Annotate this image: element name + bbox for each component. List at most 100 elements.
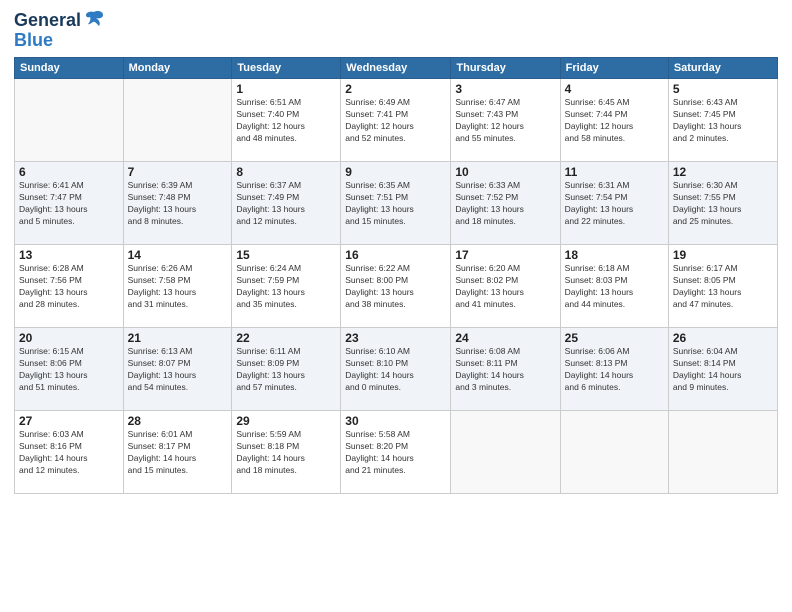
day-info: Sunrise: 6:03 AM Sunset: 8:16 PM Dayligh… (19, 429, 119, 477)
day-info: Sunrise: 6:30 AM Sunset: 7:55 PM Dayligh… (673, 180, 773, 228)
calendar-day-cell: 24Sunrise: 6:08 AM Sunset: 8:11 PM Dayli… (451, 328, 560, 411)
day-number: 12 (673, 165, 773, 179)
day-info: Sunrise: 6:04 AM Sunset: 8:14 PM Dayligh… (673, 346, 773, 394)
calendar-day-cell: 1Sunrise: 6:51 AM Sunset: 7:40 PM Daylig… (232, 79, 341, 162)
day-number: 28 (128, 414, 228, 428)
calendar-week-row: 1Sunrise: 6:51 AM Sunset: 7:40 PM Daylig… (15, 79, 778, 162)
calendar-table: SundayMondayTuesdayWednesdayThursdayFrid… (14, 57, 778, 494)
weekday-header: Tuesday (232, 58, 341, 79)
day-info: Sunrise: 6:51 AM Sunset: 7:40 PM Dayligh… (236, 97, 336, 145)
day-info: Sunrise: 6:35 AM Sunset: 7:51 PM Dayligh… (345, 180, 446, 228)
calendar-day-cell: 18Sunrise: 6:18 AM Sunset: 8:03 PM Dayli… (560, 245, 668, 328)
day-info: Sunrise: 6:31 AM Sunset: 7:54 PM Dayligh… (565, 180, 664, 228)
day-number: 21 (128, 331, 228, 345)
weekday-header: Sunday (15, 58, 124, 79)
logo-general: General (14, 10, 81, 31)
calendar-day-cell: 3Sunrise: 6:47 AM Sunset: 7:43 PM Daylig… (451, 79, 560, 162)
day-number: 4 (565, 82, 664, 96)
day-number: 30 (345, 414, 446, 428)
day-info: Sunrise: 6:11 AM Sunset: 8:09 PM Dayligh… (236, 346, 336, 394)
calendar-day-cell: 26Sunrise: 6:04 AM Sunset: 8:14 PM Dayli… (668, 328, 777, 411)
day-info: Sunrise: 6:10 AM Sunset: 8:10 PM Dayligh… (345, 346, 446, 394)
calendar-day-cell: 5Sunrise: 6:43 AM Sunset: 7:45 PM Daylig… (668, 79, 777, 162)
calendar-day-cell: 10Sunrise: 6:33 AM Sunset: 7:52 PM Dayli… (451, 162, 560, 245)
calendar-day-cell: 7Sunrise: 6:39 AM Sunset: 7:48 PM Daylig… (123, 162, 232, 245)
day-number: 1 (236, 82, 336, 96)
weekday-header: Friday (560, 58, 668, 79)
calendar-day-cell: 8Sunrise: 6:37 AM Sunset: 7:49 PM Daylig… (232, 162, 341, 245)
day-info: Sunrise: 5:59 AM Sunset: 8:18 PM Dayligh… (236, 429, 336, 477)
weekday-header: Monday (123, 58, 232, 79)
day-info: Sunrise: 6:41 AM Sunset: 7:47 PM Dayligh… (19, 180, 119, 228)
calendar-day-cell: 11Sunrise: 6:31 AM Sunset: 7:54 PM Dayli… (560, 162, 668, 245)
day-info: Sunrise: 6:28 AM Sunset: 7:56 PM Dayligh… (19, 263, 119, 311)
calendar-day-cell: 25Sunrise: 6:06 AM Sunset: 8:13 PM Dayli… (560, 328, 668, 411)
day-number: 15 (236, 248, 336, 262)
calendar-day-cell: 23Sunrise: 6:10 AM Sunset: 8:10 PM Dayli… (341, 328, 451, 411)
day-info: Sunrise: 6:15 AM Sunset: 8:06 PM Dayligh… (19, 346, 119, 394)
day-number: 26 (673, 331, 773, 345)
calendar-day-cell: 27Sunrise: 6:03 AM Sunset: 8:16 PM Dayli… (15, 411, 124, 494)
calendar-day-cell: 4Sunrise: 6:45 AM Sunset: 7:44 PM Daylig… (560, 79, 668, 162)
calendar-week-row: 20Sunrise: 6:15 AM Sunset: 8:06 PM Dayli… (15, 328, 778, 411)
day-number: 2 (345, 82, 446, 96)
day-number: 20 (19, 331, 119, 345)
calendar-day-cell: 2Sunrise: 6:49 AM Sunset: 7:41 PM Daylig… (341, 79, 451, 162)
calendar-day-cell: 15Sunrise: 6:24 AM Sunset: 7:59 PM Dayli… (232, 245, 341, 328)
day-number: 19 (673, 248, 773, 262)
day-info: Sunrise: 6:39 AM Sunset: 7:48 PM Dayligh… (128, 180, 228, 228)
day-info: Sunrise: 6:20 AM Sunset: 8:02 PM Dayligh… (455, 263, 555, 311)
calendar-week-row: 13Sunrise: 6:28 AM Sunset: 7:56 PM Dayli… (15, 245, 778, 328)
day-number: 6 (19, 165, 119, 179)
day-number: 8 (236, 165, 336, 179)
weekday-header: Thursday (451, 58, 560, 79)
calendar-day-cell: 28Sunrise: 6:01 AM Sunset: 8:17 PM Dayli… (123, 411, 232, 494)
calendar-day-cell (15, 79, 124, 162)
day-number: 14 (128, 248, 228, 262)
weekday-header: Wednesday (341, 58, 451, 79)
day-info: Sunrise: 6:49 AM Sunset: 7:41 PM Dayligh… (345, 97, 446, 145)
day-number: 5 (673, 82, 773, 96)
day-number: 3 (455, 82, 555, 96)
day-number: 9 (345, 165, 446, 179)
day-info: Sunrise: 5:58 AM Sunset: 8:20 PM Dayligh… (345, 429, 446, 477)
calendar-week-row: 27Sunrise: 6:03 AM Sunset: 8:16 PM Dayli… (15, 411, 778, 494)
calendar-day-cell (668, 411, 777, 494)
logo: General Blue (14, 10, 105, 49)
day-number: 29 (236, 414, 336, 428)
calendar-day-cell: 20Sunrise: 6:15 AM Sunset: 8:06 PM Dayli… (15, 328, 124, 411)
page-header: General Blue (14, 10, 778, 49)
calendar-day-cell: 14Sunrise: 6:26 AM Sunset: 7:58 PM Dayli… (123, 245, 232, 328)
day-info: Sunrise: 6:33 AM Sunset: 7:52 PM Dayligh… (455, 180, 555, 228)
day-info: Sunrise: 6:45 AM Sunset: 7:44 PM Dayligh… (565, 97, 664, 145)
day-number: 16 (345, 248, 446, 262)
day-info: Sunrise: 6:06 AM Sunset: 8:13 PM Dayligh… (565, 346, 664, 394)
day-number: 10 (455, 165, 555, 179)
day-info: Sunrise: 6:13 AM Sunset: 8:07 PM Dayligh… (128, 346, 228, 394)
calendar-day-cell: 16Sunrise: 6:22 AM Sunset: 8:00 PM Dayli… (341, 245, 451, 328)
weekday-header-row: SundayMondayTuesdayWednesdayThursdayFrid… (15, 58, 778, 79)
day-info: Sunrise: 6:24 AM Sunset: 7:59 PM Dayligh… (236, 263, 336, 311)
calendar-day-cell: 9Sunrise: 6:35 AM Sunset: 7:51 PM Daylig… (341, 162, 451, 245)
logo-blue: Blue (14, 31, 105, 49)
day-info: Sunrise: 6:01 AM Sunset: 8:17 PM Dayligh… (128, 429, 228, 477)
calendar-day-cell: 17Sunrise: 6:20 AM Sunset: 8:02 PM Dayli… (451, 245, 560, 328)
day-info: Sunrise: 6:43 AM Sunset: 7:45 PM Dayligh… (673, 97, 773, 145)
day-number: 27 (19, 414, 119, 428)
calendar-week-row: 6Sunrise: 6:41 AM Sunset: 7:47 PM Daylig… (15, 162, 778, 245)
day-number: 23 (345, 331, 446, 345)
day-info: Sunrise: 6:26 AM Sunset: 7:58 PM Dayligh… (128, 263, 228, 311)
calendar-day-cell: 21Sunrise: 6:13 AM Sunset: 8:07 PM Dayli… (123, 328, 232, 411)
day-number: 11 (565, 165, 664, 179)
calendar-day-cell: 30Sunrise: 5:58 AM Sunset: 8:20 PM Dayli… (341, 411, 451, 494)
calendar-day-cell: 29Sunrise: 5:59 AM Sunset: 8:18 PM Dayli… (232, 411, 341, 494)
calendar-day-cell: 13Sunrise: 6:28 AM Sunset: 7:56 PM Dayli… (15, 245, 124, 328)
calendar-day-cell: 12Sunrise: 6:30 AM Sunset: 7:55 PM Dayli… (668, 162, 777, 245)
day-number: 17 (455, 248, 555, 262)
day-info: Sunrise: 6:47 AM Sunset: 7:43 PM Dayligh… (455, 97, 555, 145)
day-number: 13 (19, 248, 119, 262)
day-number: 22 (236, 331, 336, 345)
day-info: Sunrise: 6:08 AM Sunset: 8:11 PM Dayligh… (455, 346, 555, 394)
day-info: Sunrise: 6:37 AM Sunset: 7:49 PM Dayligh… (236, 180, 336, 228)
day-number: 25 (565, 331, 664, 345)
